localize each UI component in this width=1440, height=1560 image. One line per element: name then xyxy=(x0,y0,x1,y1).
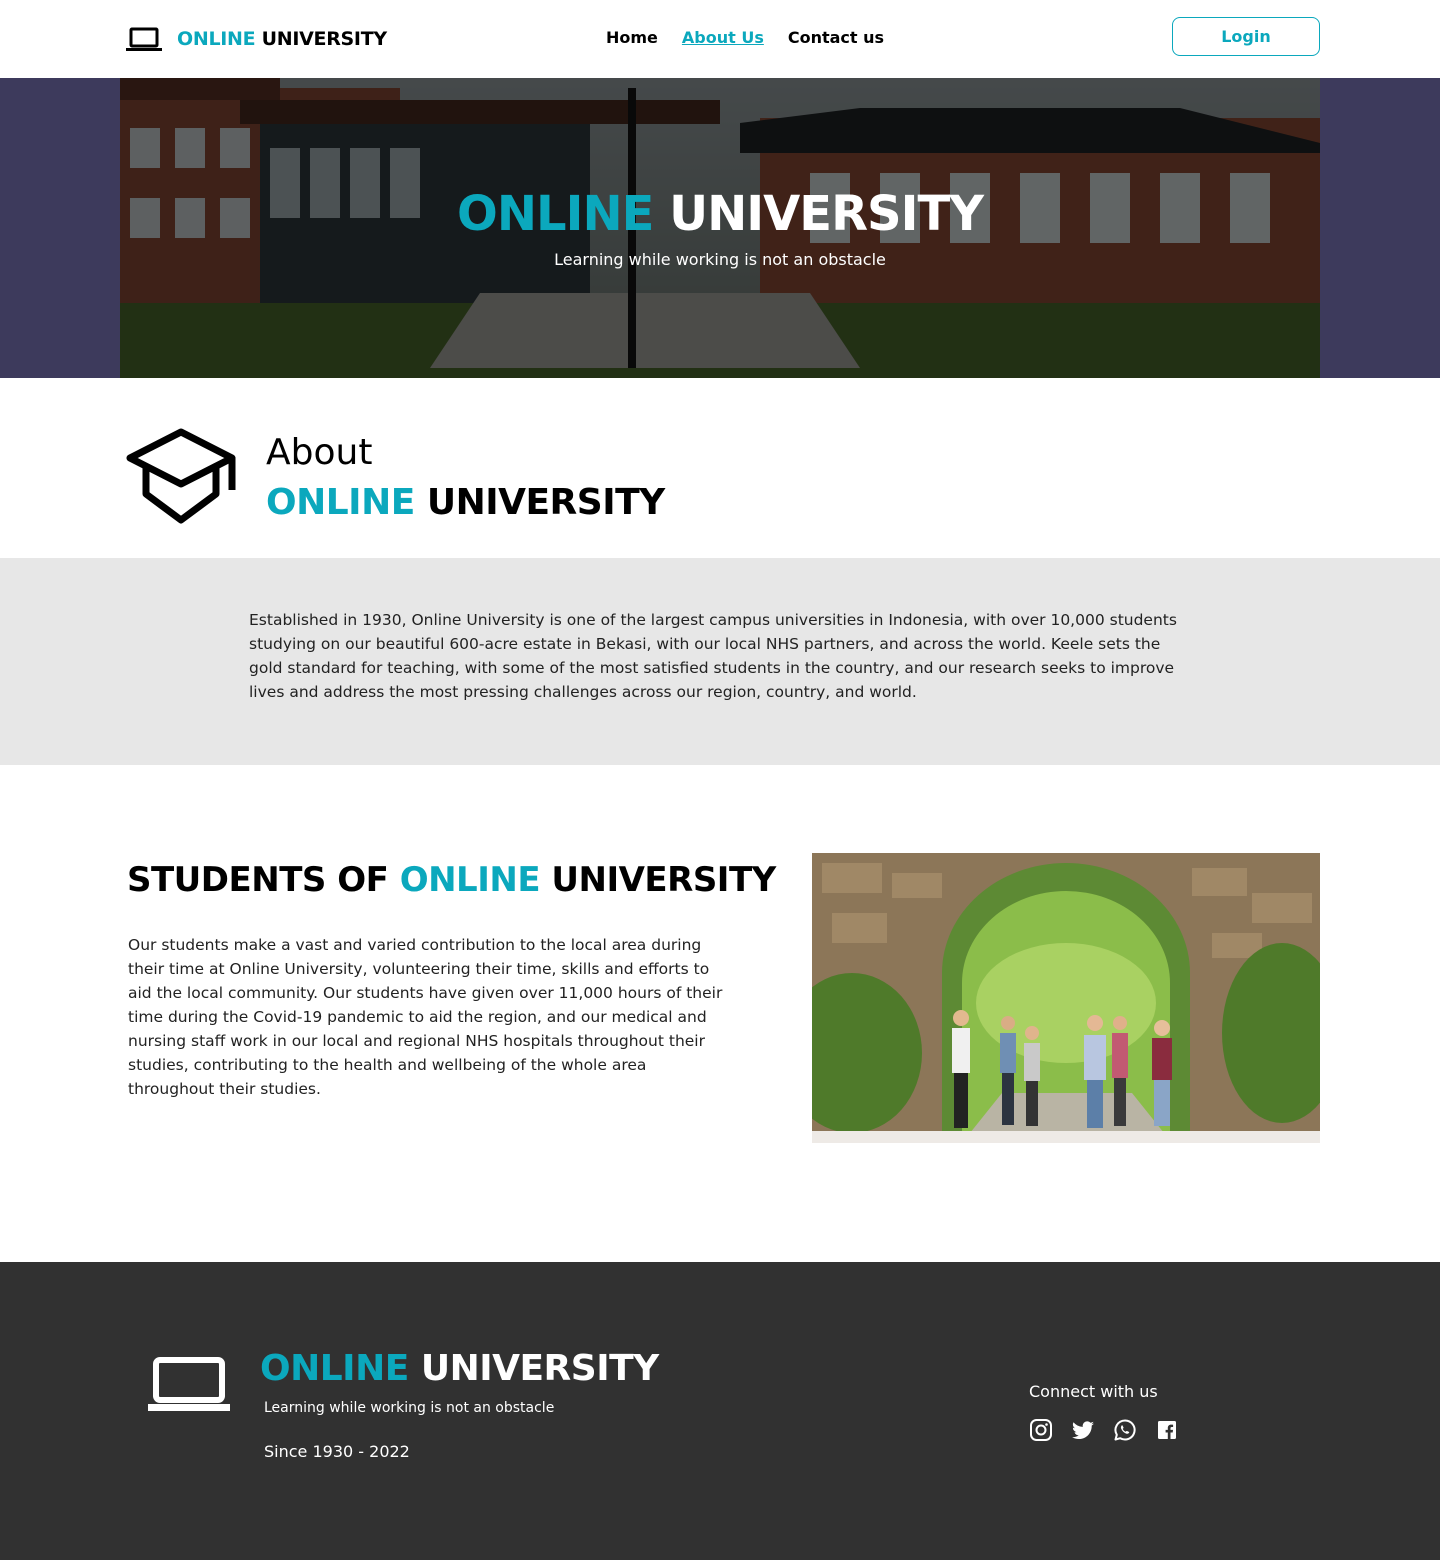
hero-banner: ONLINE UNIVERSITY Learning while working… xyxy=(120,78,1320,378)
nav-links: Home About Us Contact us xyxy=(606,28,884,47)
twitter-icon[interactable] xyxy=(1071,1418,1095,1442)
footer-since: Since 1930 - 2022 xyxy=(264,1442,410,1461)
laptop-icon xyxy=(126,27,162,51)
facebook-icon[interactable] xyxy=(1155,1418,1179,1442)
about-description: Established in 1930, Online University i… xyxy=(249,611,1177,701)
login-button[interactable]: Login xyxy=(1172,17,1320,56)
nav-contact-link[interactable]: Contact us xyxy=(788,28,884,47)
hero-title: ONLINE UNIVERSITY xyxy=(457,186,984,242)
about-title: ONLINE UNIVERSITY xyxy=(266,482,665,523)
social-links xyxy=(1029,1418,1179,1442)
laptop-icon xyxy=(148,1357,230,1411)
students-title: STUDENTS OF ONLINE UNIVERSITY xyxy=(127,860,776,900)
nav-about-link[interactable]: About Us xyxy=(682,28,764,47)
students-description: Our students make a vast and varied cont… xyxy=(128,936,723,1098)
brand-name: ONLINE UNIVERSITY xyxy=(177,28,387,50)
hero-subtitle: Learning while working is not an obstacl… xyxy=(554,250,886,269)
connect-label: Connect with us xyxy=(1029,1382,1158,1401)
instagram-icon[interactable] xyxy=(1029,1418,1053,1442)
about-label: About xyxy=(266,432,373,473)
footer: ONLINE UNIVERSITY Learning while working… xyxy=(0,1262,1440,1560)
footer-brand-title: ONLINE UNIVERSITY xyxy=(260,1348,659,1389)
top-navbar: ONLINE UNIVERSITY Home About Us Contact … xyxy=(0,0,1440,78)
nav-home-link[interactable]: Home xyxy=(606,28,658,47)
footer-tagline: Learning while working is not an obstacl… xyxy=(264,1400,555,1416)
graduation-cap-icon xyxy=(126,428,236,524)
whatsapp-icon[interactable] xyxy=(1113,1418,1137,1442)
brand-logo[interactable]: ONLINE UNIVERSITY xyxy=(126,24,387,54)
students-photo xyxy=(812,853,1320,1143)
